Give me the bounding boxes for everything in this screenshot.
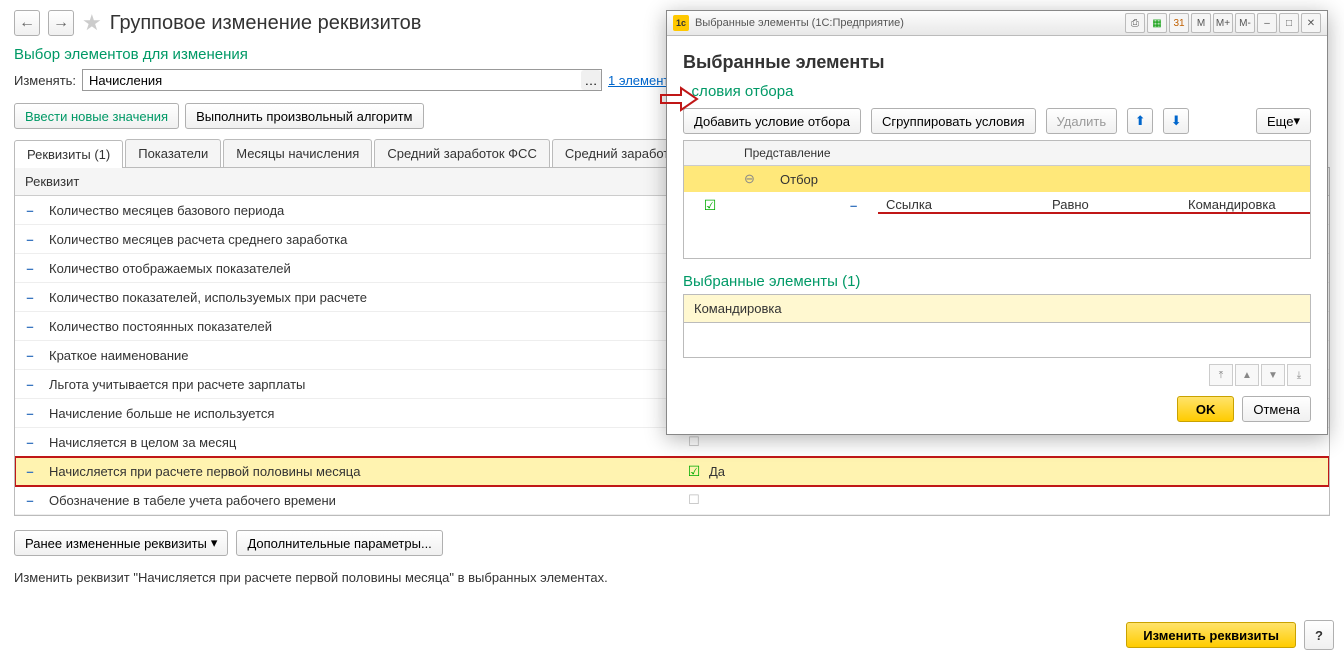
arrow-down-icon: ⬇: [1171, 113, 1182, 129]
table-row[interactable]: –Начисляется при расчете первой половины…: [15, 457, 1329, 486]
arrow-up-icon: ⬆: [1135, 113, 1146, 129]
row-name: Начисляется в целом за месяц: [45, 435, 679, 450]
close-icon[interactable]: ✕: [1301, 13, 1321, 33]
cond-group-row[interactable]: ⊖ Отбор: [684, 166, 1310, 192]
pager: ⤒ ▲ ▼ ⤓: [683, 364, 1311, 386]
chevron-down-icon: ▾: [1293, 113, 1300, 129]
m-minus-button[interactable]: M-: [1235, 13, 1255, 33]
row-name: Начисляется при расчете первой половины …: [45, 464, 679, 479]
delete-button[interactable]: Удалить: [1046, 108, 1118, 134]
tab-avg-fss[interactable]: Средний заработок ФСС: [374, 139, 550, 167]
row-name: Количество месяцев расчета среднего зара…: [45, 232, 679, 247]
dash-icon: –: [842, 198, 878, 213]
enter-values-button[interactable]: Ввести новые значения: [14, 103, 179, 129]
ok-button[interactable]: OK: [1177, 396, 1235, 422]
cond-group-label: Отбор: [772, 172, 826, 187]
change-picker-button[interactable]: …: [581, 70, 601, 90]
row-name: Начисление больше не используется: [45, 406, 679, 421]
m-button[interactable]: M: [1191, 13, 1211, 33]
dash-icon: –: [15, 290, 45, 305]
cond-value: Командировка: [1180, 197, 1310, 214]
dash-icon: –: [15, 435, 45, 450]
row-name: Обозначение в табеле учета рабочего врем…: [45, 493, 679, 508]
help-button[interactable]: ?: [1304, 620, 1334, 650]
cancel-button[interactable]: Отмена: [1242, 396, 1311, 422]
move-down-button[interactable]: ⬇: [1163, 108, 1189, 134]
page-first-icon[interactable]: ⤒: [1209, 364, 1233, 386]
change-input[interactable]: [82, 69, 602, 91]
chevron-down-icon: ▾: [211, 535, 218, 551]
page-title: Групповое изменение реквизитов: [110, 12, 422, 35]
tab-indicators[interactable]: Показатели: [125, 139, 221, 167]
row-name: Краткое наименование: [45, 348, 679, 363]
dialog-titlebar[interactable]: 1c Выбранные элементы (1С:Предприятие) ⎙…: [667, 11, 1327, 36]
tab-months[interactable]: Месяцы начисления: [223, 139, 372, 167]
row-name: Льгота учитывается при расчете зарплаты: [45, 377, 679, 392]
page-down-icon[interactable]: ▼: [1261, 364, 1285, 386]
dash-icon: –: [15, 493, 45, 508]
dash-icon: –: [15, 377, 45, 392]
cond-op: Равно: [1044, 197, 1180, 214]
selected-item[interactable]: Командировка: [683, 294, 1311, 323]
arrow-right-icon: →: [53, 14, 69, 32]
page-up-icon[interactable]: ▲: [1235, 364, 1259, 386]
m-plus-button[interactable]: M+: [1213, 13, 1233, 33]
maximize-icon[interactable]: □: [1279, 13, 1299, 33]
collapse-icon[interactable]: ⊖: [736, 171, 772, 187]
dash-icon: –: [15, 232, 45, 247]
calendar-icon[interactable]: 31: [1169, 13, 1189, 33]
row-value: Да: [709, 464, 769, 479]
row-checkbox[interactable]: ☐: [679, 492, 709, 508]
row-name: Количество месяцев базового периода: [45, 203, 679, 218]
grid-icon[interactable]: ▦: [1147, 13, 1167, 33]
cond-row[interactable]: ☑ – Ссылка Равно Командировка: [684, 192, 1310, 218]
dash-icon: –: [15, 261, 45, 276]
apply-changes-button[interactable]: Изменить реквизиты: [1126, 622, 1296, 648]
star-icon[interactable]: ★: [82, 10, 102, 36]
status-text: Изменить реквизит "Начисляется при расче…: [14, 570, 1330, 585]
cond-field: Ссылка: [878, 197, 1044, 214]
move-up-button[interactable]: ⬆: [1127, 108, 1153, 134]
selected-section-title: Выбранные элементы (1): [683, 273, 1311, 290]
run-algorithm-button[interactable]: Выполнить произвольный алгоритм: [185, 103, 423, 129]
selected-elements-dialog: 1c Выбранные элементы (1С:Предприятие) ⎙…: [666, 10, 1328, 435]
arrow-left-icon: ←: [19, 14, 35, 32]
dash-icon: –: [15, 203, 45, 218]
nav-back-button[interactable]: ←: [14, 10, 40, 36]
print-icon[interactable]: ⎙: [1125, 13, 1145, 33]
more-button[interactable]: Еще ▾: [1256, 108, 1311, 134]
dialog-title: Выбранные элементы (1С:Предприятие): [695, 17, 904, 29]
change-label: Изменять:: [14, 73, 76, 88]
nav-forward-button[interactable]: →: [48, 10, 74, 36]
page-last-icon[interactable]: ⤓: [1287, 364, 1311, 386]
dash-icon: –: [15, 464, 45, 479]
add-condition-button[interactable]: Добавить условие отбора: [683, 108, 861, 134]
minimize-icon[interactable]: –: [1257, 13, 1277, 33]
arrow-annotation-icon: [659, 85, 699, 113]
dash-icon: –: [15, 406, 45, 421]
row-name: Количество постоянных показателей: [45, 319, 679, 334]
row-name: Количество отображаемых показателей: [45, 261, 679, 276]
group-conditions-button[interactable]: Сгруппировать условия: [871, 108, 1036, 134]
table-row[interactable]: –Обозначение в табеле учета рабочего вре…: [15, 486, 1329, 515]
extra-params-button[interactable]: Дополнительные параметры...: [236, 530, 442, 556]
dash-icon: –: [15, 348, 45, 363]
dash-icon: –: [15, 319, 45, 334]
cond-header-representation: Представление: [736, 141, 1310, 165]
row-checkbox[interactable]: ☐: [679, 434, 709, 450]
app-1c-icon: 1c: [673, 15, 689, 31]
conditions-section-title: Условия отбора: [683, 83, 1311, 100]
row-name: Количество показателей, используемых при…: [45, 290, 679, 305]
tab-requisites[interactable]: Реквизиты (1): [14, 140, 123, 168]
dialog-heading: Выбранные элементы: [683, 52, 1311, 73]
prev-changed-button[interactable]: Ранее измененные реквизиты ▾: [14, 530, 228, 556]
checkbox-checked-icon[interactable]: ☑: [704, 197, 717, 213]
row-checkbox[interactable]: ☑: [679, 463, 709, 480]
